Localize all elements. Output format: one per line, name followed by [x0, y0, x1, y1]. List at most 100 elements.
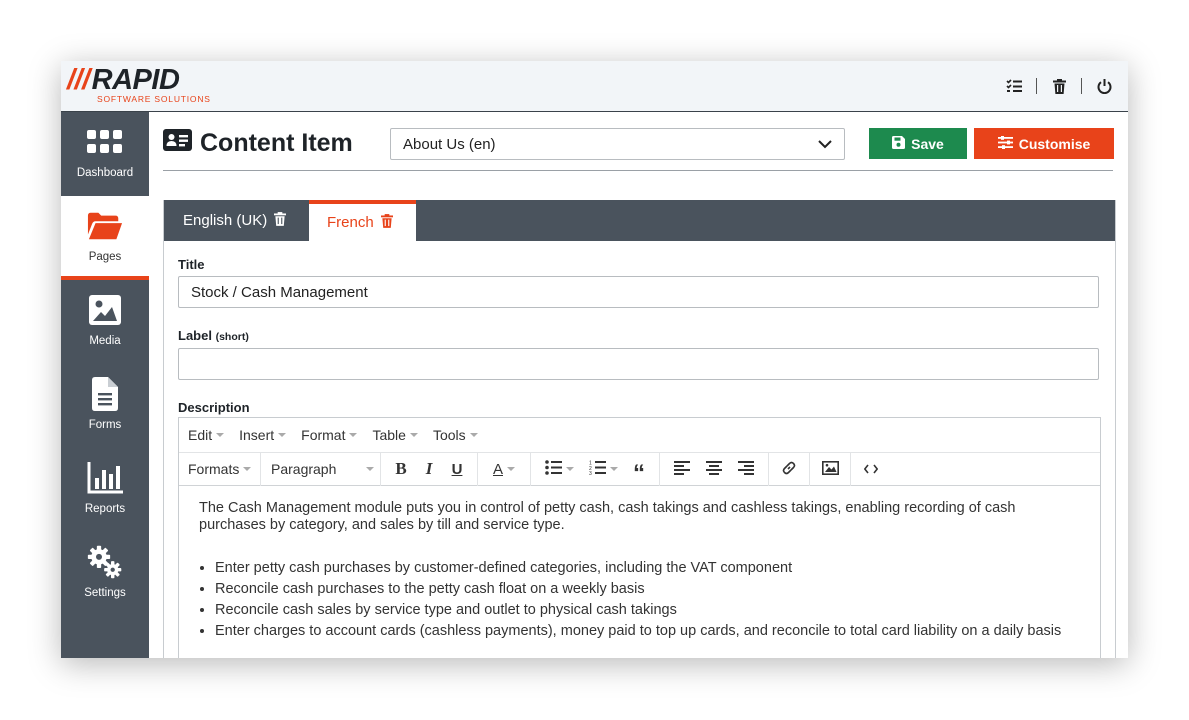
sidebar-item-dashboard[interactable]: Dashboard: [61, 112, 149, 194]
top-bar: ///RAPID SOFTWARE SOLUTIONS: [61, 61, 1128, 112]
sidebar-item-label: Pages: [88, 251, 122, 263]
tab-french[interactable]: French: [309, 200, 416, 241]
link-icon: [781, 460, 797, 479]
image-icon: [821, 460, 839, 478]
link-button[interactable]: [775, 455, 803, 483]
align-left-icon: [674, 460, 690, 478]
trash-icon[interactable]: [1049, 76, 1069, 96]
list-item: Reconcile cash sales by service type and…: [215, 602, 1079, 619]
logo-text: RAPID: [91, 64, 180, 96]
rich-text-editor: Edit Insert Format Table Tools Formats P…: [178, 417, 1101, 658]
quote-icon: “: [633, 460, 645, 487]
select-value: About Us (en): [403, 135, 496, 153]
underline-button[interactable]: U: [443, 455, 471, 483]
sidebar-item-label: Settings: [84, 587, 126, 599]
numbered-list-icon: 123: [589, 460, 606, 478]
file-text-icon: [87, 376, 123, 412]
save-button[interactable]: Save: [869, 128, 967, 159]
menu-insert[interactable]: Insert: [239, 427, 287, 443]
caret-down-icon: [507, 467, 515, 471]
caret-down-icon: [469, 433, 478, 437]
chevron-down-icon: [818, 136, 832, 153]
text-color-button[interactable]: A: [484, 455, 524, 483]
app-window: ///RAPID SOFTWARE SOLUTIONS Dashboard Pa…: [61, 61, 1128, 658]
logo-subtitle: SOFTWARE SOLUTIONS: [97, 94, 211, 104]
list-item: Enter petty cash purchases by customer-d…: [215, 560, 1079, 577]
blockquote-button[interactable]: “: [625, 455, 653, 487]
label-hint: (short): [215, 331, 249, 343]
separator: [1036, 78, 1037, 94]
caret-down-icon: [278, 433, 287, 437]
svg-text:3: 3: [589, 471, 592, 475]
align-center-button[interactable]: [698, 455, 730, 483]
caret-down-icon: [409, 433, 418, 437]
menu-table[interactable]: Table: [372, 427, 418, 443]
editor-content[interactable]: The Cash Management module puts you in c…: [199, 500, 1079, 644]
tab-label: French: [327, 214, 374, 231]
sidebar-item-settings[interactable]: Settings: [61, 532, 149, 614]
sliders-icon: [997, 135, 1013, 152]
id-card-icon: [163, 129, 192, 158]
label-input[interactable]: [178, 348, 1099, 380]
caret-down-icon: [349, 433, 358, 437]
list-item: Reconcile cash purchases to the petty ca…: [215, 581, 1079, 598]
sidebar-item-pages[interactable]: Pages: [61, 196, 149, 280]
sidebar-item-label: Media: [89, 335, 121, 347]
main-content: Content Item About Us (en) Save Customis…: [149, 112, 1128, 658]
align-center-icon: [706, 460, 722, 478]
separator: [1081, 78, 1082, 94]
insert-image-button[interactable]: [816, 455, 844, 483]
list-item: Enter charges to account cards (cashless…: [215, 623, 1079, 640]
grid-icon: [87, 124, 123, 160]
sidebar: Dashboard Pages Media Forms Reports Sett…: [61, 112, 149, 658]
power-icon[interactable]: [1094, 76, 1114, 96]
align-left-button[interactable]: [666, 455, 698, 483]
source-code-button[interactable]: [857, 455, 885, 483]
folder-open-icon: [87, 208, 123, 244]
trash-icon[interactable]: [274, 211, 287, 230]
numbered-list-button[interactable]: 123: [581, 455, 625, 483]
customise-button[interactable]: Customise: [974, 128, 1114, 159]
block-format-dropdown[interactable]: Paragraph: [271, 461, 374, 477]
sidebar-item-label: Reports: [84, 503, 126, 515]
save-label: Save: [911, 135, 944, 152]
sidebar-item-label: Dashboard: [76, 167, 134, 179]
text-color-icon: A: [492, 460, 503, 478]
caret-down-icon: [565, 467, 574, 471]
bullet-list-button[interactable]: [537, 455, 581, 483]
top-actions: [1004, 75, 1114, 97]
italic-button[interactable]: I: [415, 455, 443, 483]
editor-menubar: Edit Insert Format Table Tools: [179, 418, 1100, 452]
content-item-select[interactable]: About Us (en): [390, 128, 845, 160]
bullet-list-icon: [544, 460, 562, 478]
language-tabs: English (UK) French: [164, 200, 1115, 241]
intro-paragraph: The Cash Management module puts you in c…: [199, 500, 1016, 533]
sidebar-item-forms[interactable]: Forms: [61, 364, 149, 446]
save-icon: [892, 135, 906, 152]
sidebar-item-reports[interactable]: Reports: [61, 448, 149, 530]
tab-label: English (UK): [183, 212, 268, 229]
content-panel: English (UK) French Title Label (short) …: [163, 200, 1116, 658]
label-field-label: Label (short): [178, 328, 249, 343]
title-input[interactable]: [178, 276, 1099, 308]
trash-icon[interactable]: [380, 213, 393, 232]
bold-button[interactable]: B: [387, 455, 415, 483]
align-right-button[interactable]: [730, 455, 762, 483]
menu-tools[interactable]: Tools: [433, 427, 478, 443]
sidebar-item-media[interactable]: Media: [61, 280, 149, 362]
title-label: Title: [178, 257, 205, 272]
tab-english[interactable]: English (UK): [183, 200, 287, 241]
page-title-text: Content Item: [200, 129, 353, 157]
page-title: Content Item: [163, 129, 353, 158]
italic-icon: I: [425, 459, 433, 478]
customise-label: Customise: [1018, 135, 1091, 152]
tasks-icon[interactable]: [1004, 76, 1024, 96]
caret-down-icon: [609, 467, 618, 471]
editor-toolbar: Formats Paragraph B I U A 1 2 3 “: [179, 452, 1100, 486]
caret-down-icon: [366, 467, 374, 471]
menu-edit[interactable]: Edit: [188, 427, 225, 443]
menu-format[interactable]: Format: [301, 427, 358, 443]
image-icon: [87, 292, 123, 328]
formats-dropdown[interactable]: Formats: [188, 461, 252, 477]
caret-down-icon: [243, 467, 252, 471]
